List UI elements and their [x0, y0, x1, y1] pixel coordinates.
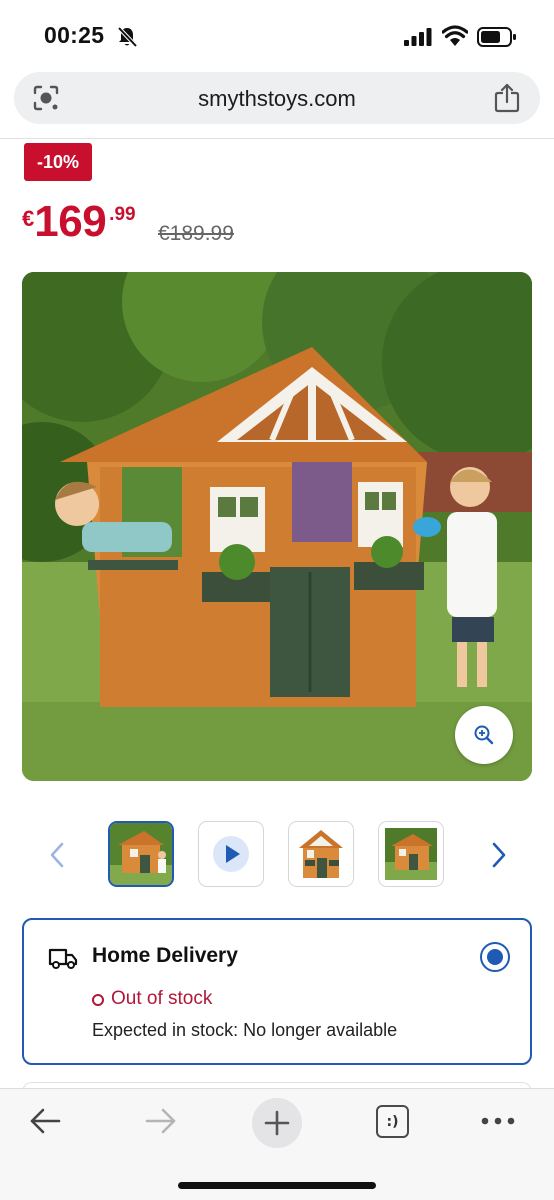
price-currency: €: [22, 206, 35, 231]
thumbnail-4[interactable]: [378, 821, 444, 887]
arrow-right-icon[interactable]: [144, 1106, 178, 1136]
arrow-left-icon[interactable]: [28, 1106, 62, 1136]
bell-slash-icon: [117, 26, 138, 48]
current-price: € 169 .99: [22, 198, 136, 246]
wifi-icon: [442, 25, 468, 46]
discount-badge: -10%: [24, 143, 92, 181]
home-indicator: [178, 1182, 376, 1189]
stock-expected: Expected in stock: No longer available: [92, 1020, 398, 1040]
battery-icon: [477, 27, 516, 47]
zoom-in-icon: [474, 725, 494, 745]
plus-icon: [264, 1110, 290, 1136]
home-delivery-option[interactable]: Home Delivery Out of stock Expected in s…: [22, 918, 532, 1065]
thumbnail-video[interactable]: [198, 821, 264, 887]
delivery-title: Home Delivery: [92, 944, 238, 967]
share-icon[interactable]: [494, 83, 520, 113]
status-bar: 00:25: [0, 0, 554, 70]
zoom-button[interactable]: [455, 706, 513, 764]
price-cents: .99: [109, 204, 136, 225]
browser-toolbar: :): [0, 1088, 554, 1200]
old-price: €189.99: [158, 222, 234, 245]
status-time: 00:25: [44, 22, 105, 48]
url-text[interactable]: smythstoys.com: [14, 86, 540, 112]
divider: [0, 138, 554, 139]
chevron-left-icon[interactable]: [42, 838, 72, 872]
truck-icon: [48, 948, 78, 969]
signal-icon: [404, 28, 432, 46]
more-dots-icon[interactable]: [478, 1109, 518, 1133]
tabs-button[interactable]: :): [376, 1105, 409, 1138]
thumbnail-3[interactable]: [288, 821, 354, 887]
delivery-radio[interactable]: [480, 942, 510, 972]
stock-status-icon: [92, 994, 104, 1006]
address-bar[interactable]: smythstoys.com: [14, 72, 540, 124]
chevron-right-icon[interactable]: [484, 838, 514, 872]
new-tab-button[interactable]: [252, 1098, 302, 1148]
thumbnail-1[interactable]: [108, 821, 174, 887]
stock-status: Out of stock: [111, 988, 213, 1009]
price-main: 169: [34, 197, 107, 246]
product-image[interactable]: [22, 272, 532, 781]
